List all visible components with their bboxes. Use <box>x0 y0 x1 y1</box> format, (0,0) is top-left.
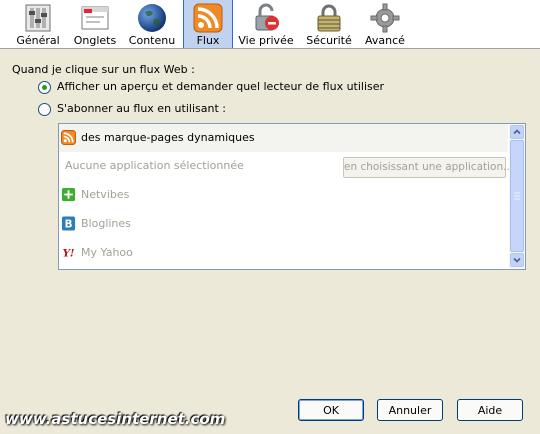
tab-avance[interactable]: Avancé <box>360 0 410 48</box>
radio-preview-option[interactable]: Afficher un aperçu et demander quel lect… <box>38 80 384 96</box>
list-item-label: Netvibes <box>81 188 130 201</box>
list-item[interactable]: Aucune application sélectionnée en chois… <box>59 152 513 180</box>
gear-icon <box>369 2 401 34</box>
rss-feed-icon <box>61 130 76 145</box>
tab-label: Vie privée <box>238 34 294 47</box>
tab-general[interactable]: Général <box>12 0 64 48</box>
yahoo-icon: Y! <box>61 245 76 260</box>
preferences-toolbar: Général Onglets Contenu Flux Vie privée … <box>0 0 540 49</box>
tab-flux[interactable]: Flux <box>183 0 233 48</box>
cancel-button[interactable]: Annuler <box>377 399 443 421</box>
list-item[interactable]: Y! My Yahoo <box>59 239 508 267</box>
ok-button[interactable]: OK <box>298 399 364 421</box>
tab-onglets[interactable]: Onglets <box>68 0 122 48</box>
list-item[interactable]: des marque-pages dynamiques <box>59 124 508 152</box>
tab-label: Flux <box>196 34 220 47</box>
chevron-up-icon <box>513 129 521 135</box>
padlock-icon <box>313 2 345 34</box>
feed-reader-list[interactable]: des marque-pages dynamiques Aucune appli… <box>58 123 526 270</box>
feed-click-question: Quand je clique sur un flux Web : <box>12 63 195 76</box>
tab-label: Onglets <box>73 34 117 47</box>
globe-icon <box>136 2 168 34</box>
tab-label: Avancé <box>365 34 405 47</box>
switch-panel-icon <box>22 2 54 34</box>
tab-label: Général <box>16 34 60 47</box>
radio-label: S'abonner au flux en utilisant : <box>57 102 226 115</box>
scroll-thumb[interactable] <box>510 140 524 252</box>
list-item-label: Bloglines <box>81 217 131 230</box>
choose-application-button[interactable]: en choisissant une application... <box>343 157 513 178</box>
radio-button[interactable] <box>38 103 51 116</box>
netvibes-icon <box>61 187 76 202</box>
tab-securite[interactable]: Sécurité <box>302 0 356 48</box>
radio-selected-dot <box>42 85 47 90</box>
watermark: www.astucesinternet.com <box>5 410 226 428</box>
list-item[interactable]: Netvibes <box>59 181 508 209</box>
grip-icon <box>514 192 520 200</box>
tab-vie-privee[interactable]: Vie privée <box>236 0 296 48</box>
radio-label: Afficher un aperçu et demander quel lect… <box>57 80 385 93</box>
svg-text:Y!: Y! <box>63 247 75 259</box>
privacy-lock-icon <box>250 2 282 34</box>
help-button[interactable]: Aide <box>457 399 523 421</box>
chevron-down-icon <box>513 257 521 263</box>
bloglines-icon: B <box>61 216 76 231</box>
rss-feed-icon <box>192 2 224 34</box>
scroll-up-button[interactable] <box>510 125 524 139</box>
scroll-down-button[interactable] <box>510 253 524 267</box>
tab-contenu[interactable]: Contenu <box>126 0 178 48</box>
radio-subscribe-option[interactable]: S'abonner au flux en utilisant : <box>38 102 238 118</box>
list-item-label: My Yahoo <box>81 246 133 259</box>
list-item[interactable]: B Bloglines <box>59 210 508 238</box>
list-item-label: des marque-pages dynamiques <box>81 131 255 144</box>
tabs-window-icon <box>79 2 111 34</box>
tab-label: Sécurité <box>306 34 352 47</box>
radio-button[interactable] <box>38 81 51 94</box>
svg-text:B: B <box>65 219 73 231</box>
tab-label: Contenu <box>128 34 176 47</box>
list-item-label: Aucune application sélectionnée <box>65 159 244 172</box>
list-scrollbar[interactable] <box>509 124 525 269</box>
